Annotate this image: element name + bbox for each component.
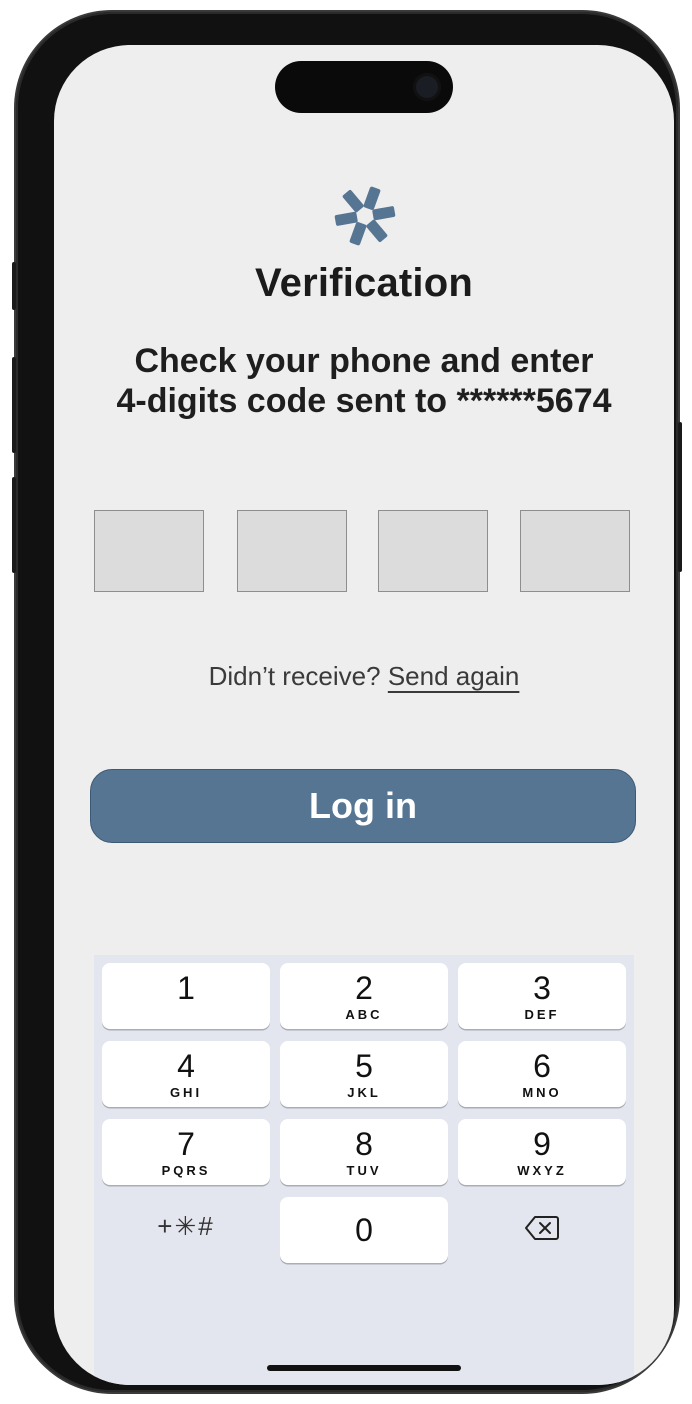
resend-prompt: Didn’t receive? (208, 661, 381, 691)
dynamic-island (275, 61, 453, 113)
key-number: 0 (355, 1212, 373, 1248)
key-number: 8 (355, 1126, 373, 1162)
resend-row: Didn’t receive? Send again (54, 661, 674, 692)
key-number: 2 (355, 970, 373, 1006)
volume-up-button (12, 357, 16, 453)
key-number: 3 (533, 970, 551, 1006)
volume-down-button (12, 477, 16, 573)
key-letters: GHI (169, 1085, 203, 1100)
key-4[interactable]: 4 GHI (102, 1041, 270, 1107)
code-digit-3-input[interactable] (378, 510, 488, 592)
app-logo-icon (331, 186, 399, 246)
power-button (678, 422, 682, 572)
login-button[interactable]: Log in (90, 769, 636, 843)
key-letters: JKL (347, 1085, 381, 1100)
screen: Verification Check your phone and enter … (54, 45, 674, 1385)
key-8[interactable]: 8 TUV (280, 1119, 448, 1185)
code-digit-2-input[interactable] (237, 510, 347, 592)
instruction-line-1: Check your phone and enter (134, 342, 594, 380)
home-indicator (267, 1365, 461, 1371)
key-number: 1 (177, 970, 195, 1006)
symbols-key[interactable]: +✳# (102, 1193, 270, 1259)
instruction-text: Check your phone and enter 4-digits code… (54, 341, 674, 421)
code-digit-1-input[interactable] (94, 510, 204, 592)
key-3[interactable]: 3 DEF (458, 963, 626, 1029)
key-7[interactable]: 7 PQRS (102, 1119, 270, 1185)
key-letters: TUV (346, 1163, 382, 1178)
key-letters: PQRS (161, 1163, 211, 1178)
mute-switch (12, 262, 16, 310)
key-letters: MNO (522, 1085, 562, 1100)
key-0[interactable]: 0 (280, 1197, 448, 1263)
key-letters: ABC (345, 1007, 383, 1022)
key-6[interactable]: 6 MNO (458, 1041, 626, 1107)
code-digit-4-input[interactable] (520, 510, 630, 592)
numeric-keypad: 1 2 ABC 3 DEF 4 GHI 5 JKL 6 MNO 7 PQRS 8… (94, 955, 634, 1385)
key-number: 4 (177, 1048, 195, 1084)
key-5[interactable]: 5 JKL (280, 1041, 448, 1107)
key-2[interactable]: 2 ABC (280, 963, 448, 1029)
backspace-icon (525, 1216, 559, 1240)
phone-frame: Verification Check your phone and enter … (12, 12, 682, 1392)
key-number: 5 (355, 1048, 373, 1084)
key-letters: WXYZ (517, 1163, 567, 1178)
symbols-label: +✳# (157, 1210, 215, 1241)
key-9[interactable]: 9 WXYZ (458, 1119, 626, 1185)
instruction-line-2: 4-digits code sent to ******5674 (116, 382, 612, 420)
camera-icon (413, 73, 441, 101)
key-1[interactable]: 1 (102, 963, 270, 1029)
page-title: Verification (254, 261, 474, 305)
delete-key[interactable] (458, 1195, 626, 1261)
key-number: 9 (533, 1126, 551, 1162)
send-again-link[interactable]: Send again (388, 661, 520, 691)
key-letters: DEF (524, 1007, 560, 1022)
key-number: 6 (533, 1048, 551, 1084)
key-number: 7 (177, 1126, 195, 1162)
